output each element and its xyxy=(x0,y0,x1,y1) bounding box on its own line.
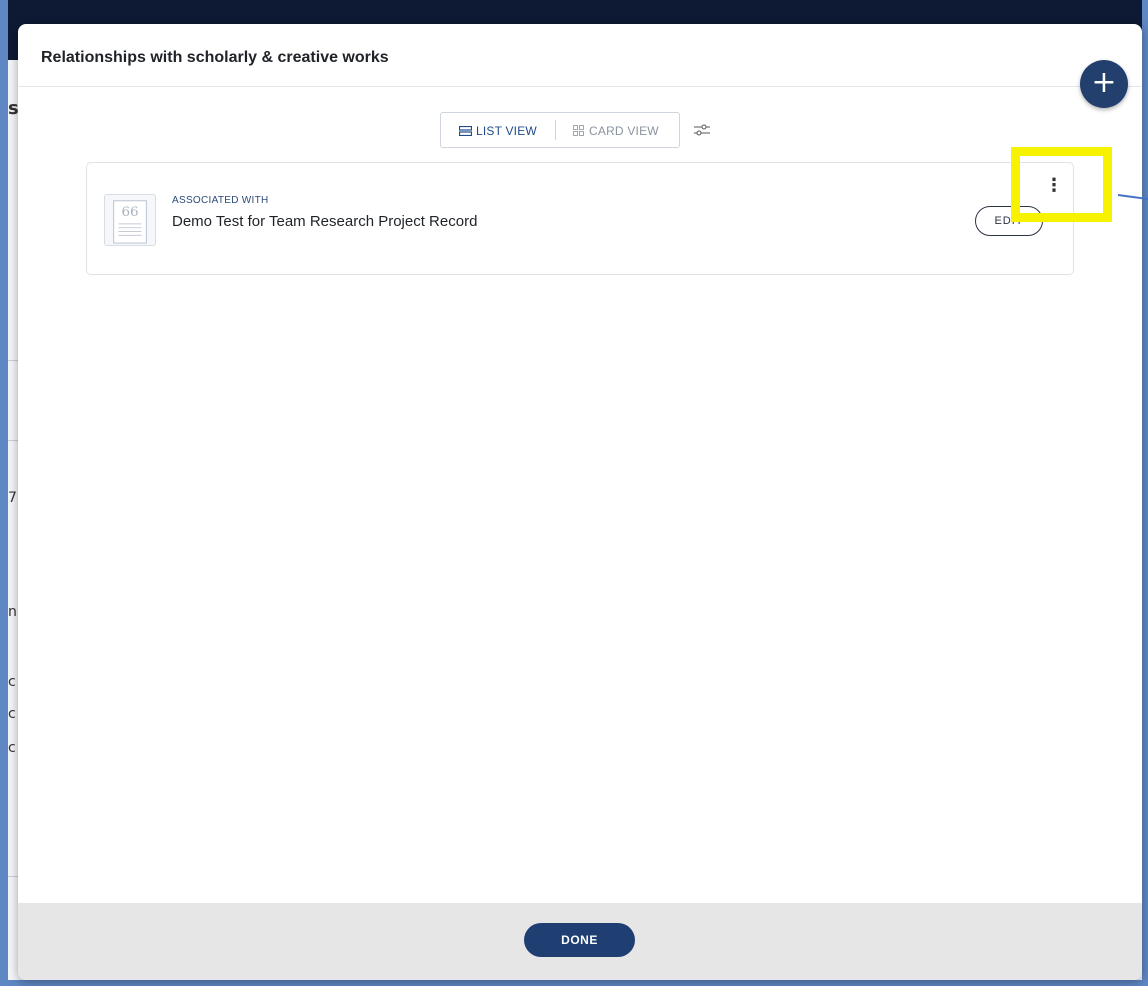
toggle-divider xyxy=(555,120,556,140)
background-text: c xyxy=(8,674,16,690)
window-frame-bottom xyxy=(0,980,1148,986)
window-frame-left xyxy=(0,0,8,986)
window-frame-right xyxy=(1142,0,1148,986)
relationship-item: 66 ASSOCIATED WITH Demo Test for Team Re… xyxy=(86,162,1074,275)
background-text: n xyxy=(8,604,17,620)
list-view-icon xyxy=(459,126,472,136)
modal-title: Relationships with scholarly & creative … xyxy=(41,49,389,66)
list-view-label: LIST VIEW xyxy=(476,124,537,138)
background-text: c xyxy=(8,706,16,722)
add-relationship-button[interactable]: + xyxy=(1080,60,1128,108)
background-text: c xyxy=(8,740,16,756)
sliders-icon[interactable] xyxy=(693,123,711,137)
quote-document-icon: 66 xyxy=(104,194,156,246)
done-button[interactable]: DONE xyxy=(524,923,635,957)
relationship-item-title[interactable]: Demo Test for Team Research Project Reco… xyxy=(172,213,477,230)
relationship-type-label: ASSOCIATED WITH xyxy=(172,195,269,206)
modal-footer: DONE xyxy=(18,903,1142,980)
modal-header: Relationships with scholarly & creative … xyxy=(18,24,1142,87)
highlight-annotation xyxy=(1011,147,1112,222)
view-toggle: LIST VIEW CARD VIEW xyxy=(440,112,680,148)
card-view-tab[interactable]: CARD VIEW xyxy=(573,124,659,138)
annotation-pointer-line xyxy=(1118,194,1148,200)
relationships-modal: Relationships with scholarly & creative … xyxy=(18,24,1142,980)
grid-view-icon xyxy=(573,125,584,136)
list-view-tab[interactable]: LIST VIEW xyxy=(459,124,537,138)
background-text: 7 xyxy=(8,490,17,506)
svg-text:66: 66 xyxy=(121,205,138,220)
plus-icon: + xyxy=(1091,65,1117,100)
card-view-label: CARD VIEW xyxy=(589,124,659,138)
